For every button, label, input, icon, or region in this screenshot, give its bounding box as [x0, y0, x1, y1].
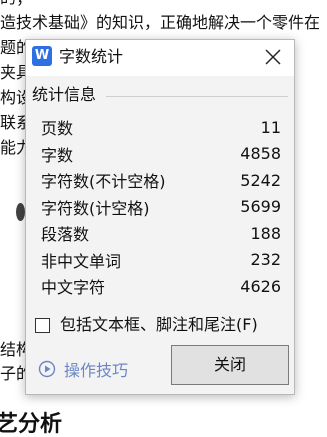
stat-row-chinese-chars: 中文字符 4626 [41, 273, 281, 300]
stat-row-non-chinese-words: 非中文单词 232 [41, 247, 281, 274]
wps-writer-icon: W [32, 46, 52, 66]
doc-line: 的； [0, 0, 32, 8]
tips-label: 操作技巧 [64, 361, 129, 380]
statistics-group-label: 统计信息 [32, 85, 101, 105]
close-icon[interactable] [262, 46, 284, 68]
dialog-titlebar[interactable]: W 字数统计 [26, 40, 294, 76]
stat-row-chars-with-spaces: 字符数(计空格) 5699 [41, 194, 281, 221]
stat-row-words: 字数 4858 [41, 141, 281, 168]
statistics-list: 页数 11 字数 4858 字符数(不计空格) 5242 字符数(计空格) 56… [41, 114, 281, 300]
stat-value: 4858 [240, 144, 281, 164]
stat-value: 188 [250, 223, 281, 243]
stat-label: 字符数(计空格) [41, 198, 150, 218]
play-circle-icon [38, 360, 56, 378]
stat-row-chars-no-spaces: 字符数(不计空格) 5242 [41, 167, 281, 194]
stat-label: 页数 [41, 119, 74, 139]
word-count-dialog: W 字数统计 统计信息 页数 11 字数 4858 字符数(不计空格) 5242… [25, 39, 295, 395]
dialog-title: 字数统计 [59, 47, 124, 66]
doc-line: 造技术基础》的知识，正确地解决一个零件在 [0, 13, 321, 32]
doc-bullet-mark [16, 203, 25, 221]
stat-value: 11 [260, 117, 281, 137]
stat-label: 字数 [41, 145, 74, 165]
stat-row-pages: 页数 11 [41, 114, 281, 141]
stat-row-paragraphs: 段落数 188 [41, 220, 281, 247]
stat-label: 段落数 [41, 225, 90, 245]
checkbox-label: 包括文本框、脚注和尾注(F) [60, 315, 258, 334]
stat-value: 5699 [240, 197, 281, 217]
checkbox-box[interactable] [35, 317, 50, 333]
group-divider [106, 96, 288, 97]
stat-value: 5242 [240, 170, 281, 190]
stat-label: 中文字符 [41, 278, 106, 298]
doc-heading: 艺分析 [0, 412, 63, 437]
tips-link[interactable]: 操作技巧 [38, 357, 128, 381]
include-textboxes-footnotes-checkbox[interactable]: 包括文本框、脚注和尾注(F) [35, 314, 258, 336]
stat-value: 232 [250, 250, 281, 270]
stat-label: 字符数(不计空格) [41, 172, 166, 192]
stat-value: 4626 [240, 276, 281, 296]
stat-label: 非中文单词 [41, 251, 122, 271]
close-button[interactable]: 关闭 [171, 345, 289, 385]
